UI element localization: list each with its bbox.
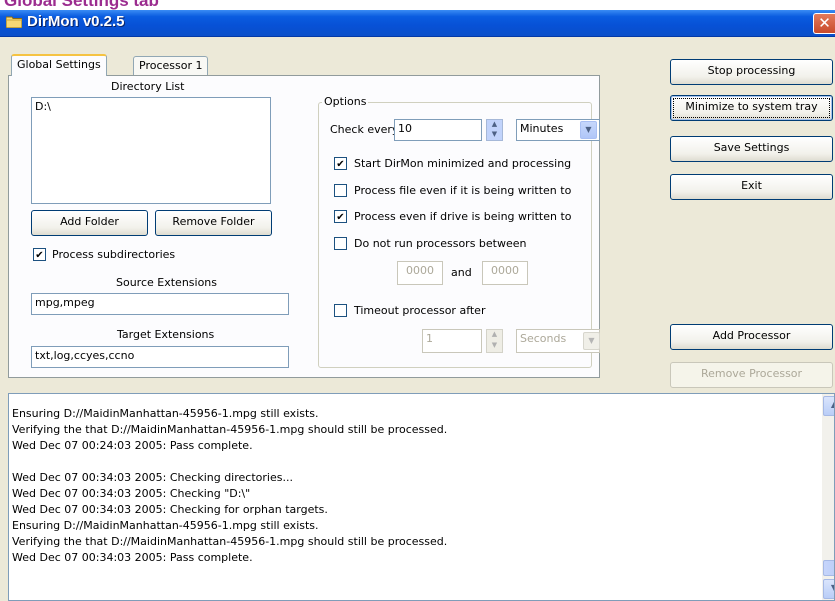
timeout-unit-value: Seconds [520,332,567,345]
process-subdirectories-checkbox[interactable] [33,248,46,261]
do-not-run-between-checkbox[interactable] [334,237,347,250]
options-group-title: Options [322,95,369,108]
check-every-unit-value: Minutes [520,122,564,135]
remove-folder-button[interactable]: Remove Folder [155,210,272,236]
chevron-down-icon[interactable]: ▼ [580,121,597,139]
check-every-label: Check every [330,123,399,136]
add-folder-button[interactable]: Add Folder [31,210,148,236]
scroll-up-icon[interactable]: ▲ [823,396,834,416]
page-title: Global Settings tab [4,0,159,10]
log-scrollbar[interactable]: ▲ ▼ [822,394,834,600]
log-line: Ensuring D://MaidinManhattan-45956-1.mpg… [12,407,319,420]
check-every-input[interactable]: 10 [394,119,482,141]
source-extensions-input[interactable]: mpg,mpeg [31,293,289,315]
timeout-value-input[interactable]: 1 [422,329,482,353]
between-start-input[interactable]: 0000 [397,261,443,285]
stop-processing-button[interactable]: Stop processing [670,59,833,85]
log-line: Wed Dec 07 00:34:03 2005: Checking "D:\" [12,487,251,500]
process-while-written-label: Process file even if it is being written… [354,184,572,197]
save-settings-button[interactable]: Save Settings [670,136,833,162]
spin-down-icon[interactable]: ▼ [487,341,502,352]
spin-up-icon[interactable]: ▲ [487,330,502,341]
exit-button[interactable]: Exit [670,174,833,200]
window-titlebar[interactable]: DirMon v0.2.5 ✕ [0,10,835,37]
minimize-to-tray-button[interactable]: Minimize to system tray [670,95,833,121]
directory-listbox[interactable]: D:\ [31,97,271,204]
log-line: Verifying the that D://MaidinManhattan-4… [12,535,448,548]
start-minimized-label: Start DirMon minimized and processing [354,157,572,170]
log-line: Wed Dec 07 00:34:03 2005: Checking direc… [12,471,293,484]
scroll-thumb[interactable] [823,560,834,576]
log-line: Wed Dec 07 00:34:03 2005: Pass complete. [12,551,253,564]
page-title-strip: Global Settings tab [0,0,835,10]
timeout-processor-checkbox[interactable] [334,304,347,317]
timeout-processor-label: Timeout processor after [354,304,486,317]
window-title: DirMon v0.2.5 [27,13,125,30]
target-extensions-label: Target Extensions [117,328,215,341]
process-drive-written-checkbox[interactable] [334,210,347,223]
add-processor-button[interactable]: Add Processor [670,324,833,350]
between-end-input[interactable]: 0000 [482,261,528,285]
source-extensions-label: Source Extensions [116,276,218,289]
process-subdirectories-label: Process subdirectories [52,248,176,261]
close-button[interactable]: ✕ [813,13,835,34]
spin-up-icon[interactable]: ▲ [487,120,502,130]
target-extensions-input[interactable]: txt,log,ccyes,ccno [31,346,289,368]
chevron-down-icon[interactable]: ▼ [583,332,600,350]
folder-icon [6,16,22,28]
tab-processor-1[interactable]: Processor 1 [133,56,209,76]
log-textarea[interactable]: Ensuring D://MaidinManhattan-45956-1.mpg… [8,393,835,601]
directory-list-item[interactable]: D:\ [35,100,267,113]
spin-down-icon[interactable]: ▼ [487,130,502,140]
do-not-run-between-label: Do not run processors between [354,237,527,250]
remove-processor-button: Remove Processor [670,362,833,388]
check-every-spinner[interactable]: ▲ ▼ [486,119,503,141]
log-line: Ensuring D://MaidinManhattan-45956-1.mpg… [12,519,319,532]
log-line: Verifying the that D://MaidinManhattan-4… [12,423,448,436]
tab-global-settings[interactable]: Global Settings [11,54,107,76]
scroll-down-icon[interactable]: ▼ [823,579,834,599]
log-line: Wed Dec 07 00:34:03 2005: Checking for o… [12,503,328,516]
between-and-label: and [451,266,472,279]
timeout-spinner[interactable]: ▲ ▼ [486,329,503,353]
process-drive-written-label: Process even if drive is being written t… [354,210,572,223]
log-line: Wed Dec 07 00:24:03 2005: Pass complete. [12,439,253,452]
process-while-written-checkbox[interactable] [334,184,347,197]
directory-list-label: Directory List [111,80,185,93]
start-minimized-checkbox[interactable] [334,157,347,170]
